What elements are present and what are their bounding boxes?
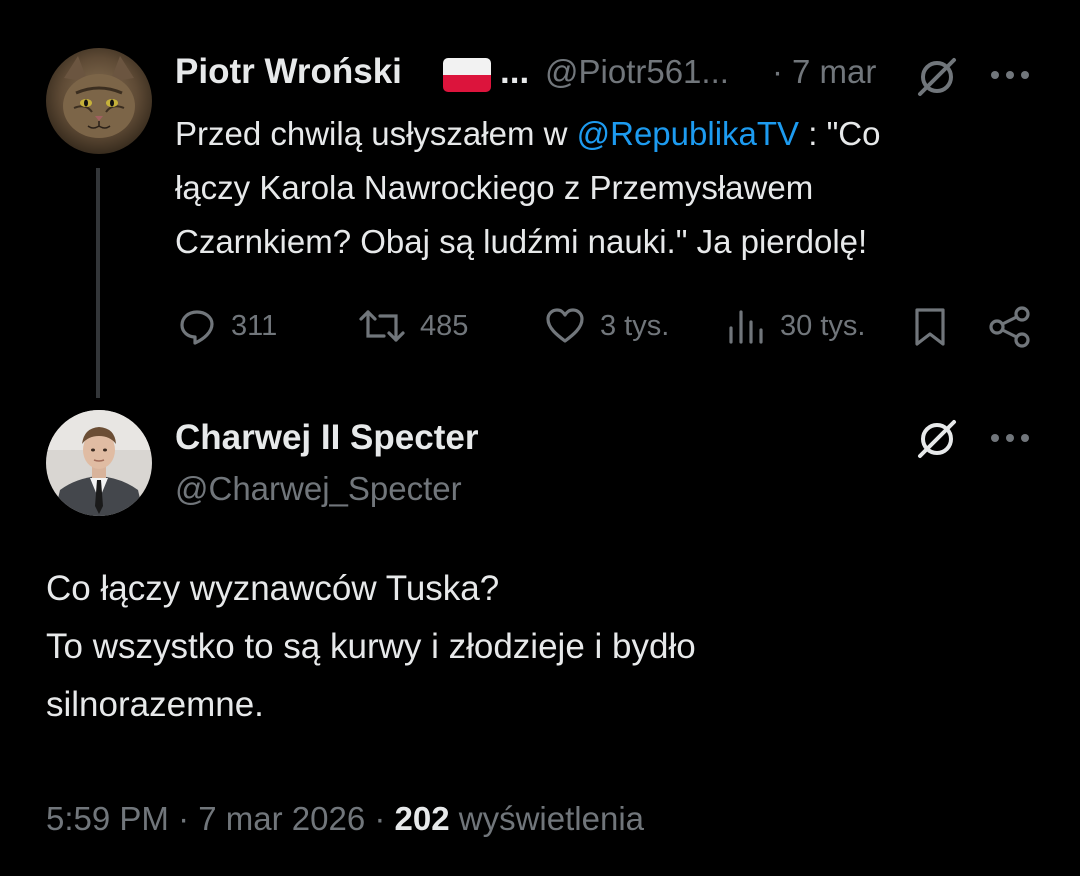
reply-text: Co łączy wyznawców Tuska? To wszystko to…: [46, 560, 1046, 734]
like-count: 3 tys.: [600, 309, 670, 342]
repost-count: 485: [420, 309, 469, 342]
author-name[interactable]: Piotr Wroński: [175, 52, 402, 92]
reply-count: 311: [231, 309, 278, 342]
tweet-text: Przed chwilą usłyszałem w @RepublikaTV :…: [175, 107, 1055, 269]
author-handle[interactable]: @Charwej_Specter: [175, 470, 462, 508]
post-time[interactable]: 5:59 PM: [46, 800, 169, 837]
reply-icon: [180, 310, 214, 345]
grok-icon[interactable]: [914, 416, 960, 462]
bookmark-icon[interactable]: [912, 306, 948, 348]
more-icon[interactable]: [990, 70, 1030, 80]
tweet-footer: 5:59 PM · 7 mar 2026 · 202 wyświetlenia: [46, 800, 644, 838]
reply-text-line: Co łączy wyznawców Tuska?: [46, 569, 500, 608]
repost-button[interactable]: 485: [358, 306, 468, 346]
views-number: 202: [394, 800, 450, 837]
views-count: 30 tys.: [780, 309, 866, 342]
share-icon[interactable]: [988, 306, 1032, 348]
reply-text-line: silnorazemne.: [46, 685, 264, 724]
repost-icon: [359, 310, 405, 342]
tweet-text-part: : "Co: [799, 115, 881, 152]
name-ellipsis: ...: [500, 52, 530, 91]
author-handle[interactable]: @Piotr561...: [545, 53, 729, 91]
more-icon[interactable]: [990, 433, 1030, 443]
avatar-charwej[interactable]: [46, 410, 152, 516]
like-icon: [546, 308, 584, 343]
views-button[interactable]: 30 tys.: [726, 306, 865, 346]
mention-link[interactable]: @RepublikaTV: [577, 115, 799, 152]
poland-flag-icon: [443, 58, 491, 92]
tweet-text-line: Czarnkiem? Obaj są ludźmi nauki." Ja pie…: [175, 223, 868, 260]
tweet-date[interactable]: 7 mar: [792, 53, 876, 91]
reply-button[interactable]: 311: [177, 306, 277, 346]
footer-separator: ·: [178, 800, 190, 837]
views-icon: [729, 310, 763, 344]
reply-text-line: To wszystko to są kurwy i złodzieje i by…: [46, 627, 696, 666]
thread-connector: [96, 168, 100, 398]
footer-separator: ·: [374, 800, 386, 837]
author-name[interactable]: Charwej II Specter: [175, 418, 478, 458]
avatar-piotr[interactable]: [46, 48, 152, 154]
tweet-text-part: Przed chwilą usłyszałem w: [175, 115, 577, 152]
like-button[interactable]: 3 tys.: [544, 306, 669, 346]
meta-separator: ·: [772, 53, 783, 90]
tweet-text-line: łączy Karola Nawrockiego z Przemysławem: [175, 169, 814, 206]
post-date[interactable]: 7 mar 2026: [198, 800, 365, 837]
views-label: wyświetlenia: [458, 800, 645, 837]
grok-icon[interactable]: [914, 54, 960, 100]
